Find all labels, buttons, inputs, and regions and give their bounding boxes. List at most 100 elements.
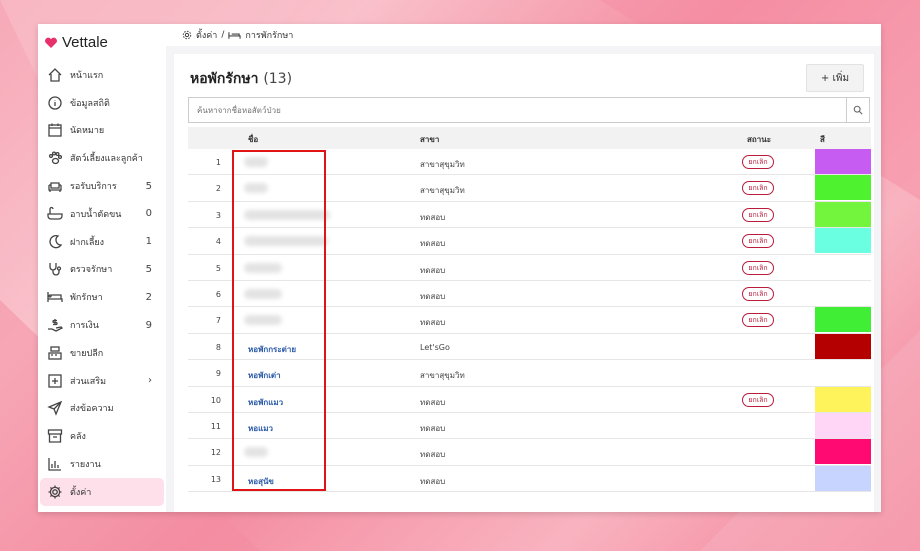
sidebar-item-label: ส่วนเสริม xyxy=(70,376,107,387)
sidebar-item-home[interactable]: หน้าแรก xyxy=(38,61,166,89)
sidebar-item-label: การเงิน xyxy=(70,321,99,332)
sidebar-item-label: หน้าแรก xyxy=(70,70,104,81)
branch-cell: ทดสอบ xyxy=(420,476,446,486)
plus-square-icon xyxy=(46,372,64,390)
branch-cell: ทดสอบ xyxy=(420,423,446,433)
branch-cell: สาขาสุขุมวิท xyxy=(420,160,465,169)
color-swatch xyxy=(815,201,871,227)
sidebar-item-messages[interactable]: ส่งข้อความ xyxy=(38,395,166,423)
branch-cell: ทดสอบ xyxy=(420,291,446,301)
sidebar-item-pets[interactable]: สัตว์เลี้ยงและลูกค้า xyxy=(38,144,166,172)
ward-name-link[interactable]: หอพักเต่า xyxy=(248,369,281,382)
row-number: 4 xyxy=(215,237,221,247)
search-icon xyxy=(853,105,863,115)
table-row[interactable]: 13 หอสุนัข ทดสอบ xyxy=(188,465,871,493)
cancelled-badge: ยกเลิก xyxy=(742,181,774,196)
ward-name-link[interactable]: หอพักแมว xyxy=(248,396,283,409)
sofa-icon xyxy=(46,177,64,195)
column-header-branch[interactable]: สาขา xyxy=(420,133,439,146)
breadcrumb-settings[interactable]: ตั้งค่า xyxy=(196,28,217,42)
sidebar-item-grooming[interactable]: อาบน้ำตัดขน 0 xyxy=(38,200,166,228)
app-window: Vettale หน้าแรกข้อมูลสถิตินัดหมายสัตว์เล… xyxy=(38,24,881,512)
table-row[interactable]: 3 ทดสอบ ยกเลิก xyxy=(188,201,871,229)
send-icon xyxy=(46,399,64,417)
page-title: หอพักรักษา (13) xyxy=(190,68,292,90)
table-row[interactable]: 6 ทดสอบ ยกเลิก xyxy=(188,281,871,308)
sidebar-item-appointments[interactable]: นัดหมาย xyxy=(38,117,166,145)
color-swatch xyxy=(815,412,871,438)
color-swatch xyxy=(815,333,871,359)
table-row[interactable]: 9 หอพักเต่า สาขาสุขุมวิท xyxy=(188,360,871,387)
stethoscope-icon xyxy=(46,260,64,278)
sidebar-item-label: นัดหมาย xyxy=(70,126,105,137)
app-name: Vettale xyxy=(62,34,108,51)
main-panel: หอพักรักษา (13) + เพิ่ม ชื่อ สาขา สถานะ … xyxy=(174,54,874,512)
table-row[interactable]: 11 หอแมว ทดสอบ xyxy=(188,412,871,440)
cancelled-badge: ยกเลิก xyxy=(742,392,774,407)
table-row[interactable]: 2 สาขาสุขุมวิท ยกเลิก xyxy=(188,175,871,202)
color-swatch xyxy=(815,386,871,412)
column-header-status[interactable]: สถานะ xyxy=(747,133,771,146)
sidebar-item-count: 5 xyxy=(145,263,152,275)
ward-name-link[interactable]: หอแมว xyxy=(248,422,273,435)
ward-name-link[interactable]: หอพักกระต่าย xyxy=(248,343,296,356)
blurred-ward-name xyxy=(244,315,282,326)
table-row[interactable]: 12 ทดสอบ xyxy=(188,439,871,466)
ward-name-link[interactable]: หอสุนัข xyxy=(248,475,274,488)
sidebar-item-count: 1 xyxy=(145,236,152,248)
sidebar-item-warehouse[interactable]: คลัง xyxy=(38,422,166,450)
table-row[interactable]: 7 ทดสอบ ยกเลิก xyxy=(188,307,871,334)
branch-cell: สาขาสุขุมวิท xyxy=(420,371,465,381)
sidebar-item-inpatient[interactable]: พักรักษา 2 xyxy=(38,283,166,311)
color-swatch xyxy=(815,439,871,465)
sidebar-item-retail[interactable]: ขายปลีก xyxy=(38,339,166,367)
search-button[interactable] xyxy=(846,98,869,122)
table-row[interactable]: 4 ทดสอบ ยกเลิก xyxy=(188,228,871,255)
sidebar-item-boarding[interactable]: ฝากเลี้ยง 1 xyxy=(38,228,166,256)
sidebar-item-count: 9 xyxy=(145,319,152,331)
bed-icon xyxy=(46,288,64,306)
cancelled-badge: ยกเลิก xyxy=(742,155,774,169)
sidebar-item-count: 2 xyxy=(145,291,152,303)
sidebar-item-settings[interactable]: ตั้งค่า xyxy=(40,477,164,506)
app-logo[interactable]: Vettale xyxy=(44,34,108,51)
bar-chart-icon xyxy=(46,455,64,473)
wards-table: ชื่อ สาขา สถานะ สี 1 สาขาสุขุมวิท ยกเลิก 2 ส… xyxy=(188,127,871,493)
branch-cell: ทดสอบ xyxy=(420,212,446,222)
search-input[interactable] xyxy=(189,98,846,122)
blurred-ward-name xyxy=(244,447,268,458)
table-row[interactable]: 10 หอพักแมว ทดสอบ ยกเลิก xyxy=(188,386,871,413)
branch-cell: ทดสอบ xyxy=(420,265,446,275)
sidebar-item-reports[interactable]: รายงาน xyxy=(38,450,166,478)
sidebar-item-addons[interactable]: ส่วนเสริม › xyxy=(38,367,166,395)
branch-cell: ทดสอบ xyxy=(420,397,446,407)
bed-icon xyxy=(228,32,242,39)
row-number: 8 xyxy=(215,342,221,352)
sidebar-item-stats[interactable]: ข้อมูลสถิติ xyxy=(38,89,166,117)
info-icon xyxy=(46,94,64,112)
sidebar-item-label: ขายปลีก xyxy=(70,348,104,359)
color-swatch xyxy=(815,307,871,333)
branch-cell: Let'sGo xyxy=(420,342,450,352)
column-header-name[interactable]: ชื่อ xyxy=(248,133,258,146)
breadcrumb-current: การพักรักษา xyxy=(245,31,294,41)
branch-cell: ทดสอบ xyxy=(420,318,446,328)
sidebar-item-count: 5 xyxy=(145,180,152,192)
row-number: 13 xyxy=(210,474,221,484)
table-row[interactable]: 8 หอพักกระต่าย Let'sGo xyxy=(188,333,871,361)
sidebar-item-label: ฝากเลี้ยง xyxy=(70,237,105,248)
breadcrumb-separator: / xyxy=(221,30,225,40)
blurred-ward-name xyxy=(244,209,330,220)
row-number: 6 xyxy=(215,289,221,299)
table-row[interactable]: 5 ทดสอบ ยกเลิก xyxy=(188,255,871,281)
table-row[interactable]: 1 สาขาสุขุมวิท ยกเลิก xyxy=(188,149,871,176)
color-swatch xyxy=(815,228,871,254)
sidebar-item-waiting[interactable]: รอรับบริการ 5 xyxy=(38,172,166,200)
sidebar-item-treatment[interactable]: ตรวจรักษา 5 xyxy=(38,256,166,284)
add-button[interactable]: + เพิ่ม xyxy=(806,64,864,92)
sidebar-item-finance[interactable]: การเงิน 9 xyxy=(38,311,166,339)
sidebar-item-label: ตั้งค่า xyxy=(70,487,92,498)
column-header-color[interactable]: สี xyxy=(820,133,825,146)
heart-logo-icon xyxy=(45,37,57,48)
gear-icon xyxy=(182,30,192,40)
